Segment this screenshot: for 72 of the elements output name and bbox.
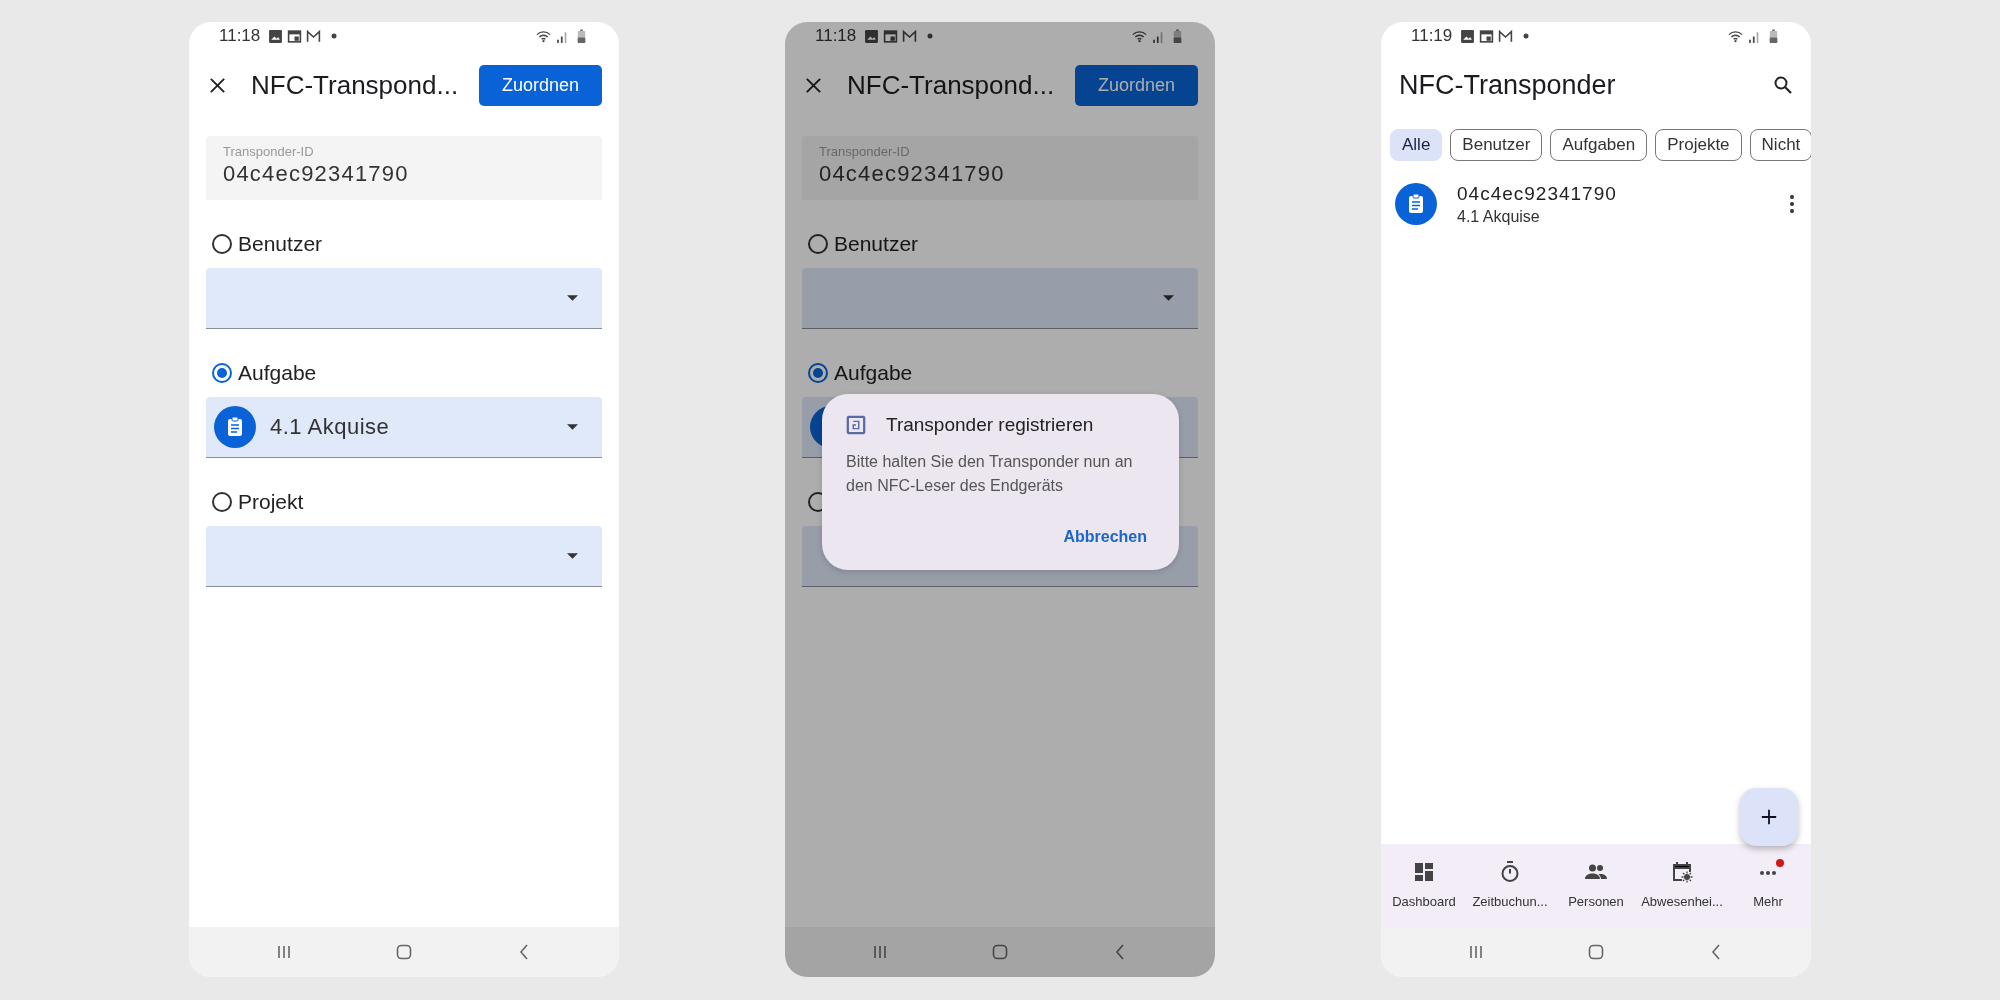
dialog-title: Transponder registrieren (886, 414, 1094, 436)
search-icon[interactable] (1773, 75, 1793, 95)
radio-button[interactable] (211, 491, 233, 513)
nav-tab[interactable]: Zeitbuchun... (1467, 844, 1553, 927)
wifi-icon (1132, 28, 1147, 44)
dashboard-icon (1412, 860, 1436, 884)
clipboard-icon (214, 406, 256, 448)
filter-chip[interactable]: Projekte (1655, 129, 1742, 161)
window-icon (287, 28, 303, 44)
transponder-id: 04c4ec92341790 (1457, 182, 1618, 205)
assignment-label: 4.1 Akquise (1457, 207, 1541, 226)
mail-icon (1498, 28, 1514, 44)
dialog-message: Bitte halten Sie den Transponder nun an den NFC-Leser des Endgeräts (846, 452, 1134, 496)
transponder-id-field[interactable]: Transponder-ID 04c4ec92341790 (802, 136, 1198, 200)
screen-title: NFC-Transpond... (251, 69, 460, 101)
image-icon (1460, 28, 1476, 44)
notification-dot-icon (1523, 33, 1530, 39)
radio-selected[interactable] (807, 362, 829, 384)
radio-label: Aufgabe (834, 361, 913, 385)
more-icon (1759, 870, 1777, 876)
window-icon (883, 28, 899, 44)
radio-label: Aufgabe (238, 361, 317, 385)
home-icon[interactable] (1586, 942, 1606, 962)
radio-label: Projekt (238, 490, 304, 514)
dropdown-field[interactable] (206, 526, 602, 587)
dropdown-field[interactable] (802, 268, 1198, 329)
close-icon[interactable] (208, 75, 227, 95)
dropdown-field[interactable] (206, 268, 602, 329)
radio-button[interactable] (807, 233, 829, 255)
plus-icon (1760, 808, 1778, 826)
window-icon (1479, 28, 1495, 44)
dropdown-arrow-icon (567, 553, 578, 559)
calendar-icon (1670, 860, 1694, 884)
more-options-icon[interactable] (1789, 194, 1795, 214)
nav-tab[interactable]: Personen (1553, 844, 1639, 927)
home-icon[interactable] (990, 942, 1010, 962)
notification-dot-icon (331, 33, 338, 39)
radio-button[interactable] (211, 233, 233, 255)
radio-label: Benutzer (238, 232, 323, 256)
radio-label: Benutzer (834, 232, 919, 256)
mail-icon (306, 28, 322, 44)
wifi-icon (1728, 28, 1743, 44)
radio-selected[interactable] (211, 362, 233, 384)
filter-chip[interactable]: Nicht (1749, 129, 1811, 161)
mail-icon (902, 28, 918, 44)
dropdown-arrow-icon (567, 295, 578, 301)
nav-tab[interactable]: Abwesenhei... (1639, 844, 1725, 927)
close-icon[interactable] (804, 75, 823, 95)
status-time: 11:19 (1411, 26, 1453, 46)
screen-title: NFC-Transpond... (847, 69, 1056, 101)
screen-title: NFC-Transponder (1399, 69, 1617, 101)
dropdown-arrow-icon (1163, 295, 1174, 301)
status-time: 11:18 (815, 26, 857, 46)
image-icon (864, 28, 880, 44)
filter-chip[interactable]: Benutzer (1450, 129, 1543, 161)
cancel-button[interactable]: Abbrechen (1055, 524, 1155, 550)
assign-button[interactable]: Zuordnen (479, 64, 602, 106)
notification-dot-icon (927, 33, 934, 39)
transponder-id-field[interactable]: Transponder-ID 04c4ec92341790 (206, 136, 602, 200)
filter-chip[interactable]: Aufgaben (1550, 129, 1648, 161)
home-icon[interactable] (394, 942, 414, 962)
dropdown-field[interactable]: 4.1 Akquise (206, 397, 602, 458)
nfc-icon (846, 415, 866, 435)
clipboard-icon (1395, 183, 1437, 225)
image-icon (268, 28, 284, 44)
assign-button[interactable]: Zuordnen (1075, 64, 1198, 106)
nav-tab[interactable]: Dashboard (1381, 844, 1467, 927)
filter-chip[interactable]: Alle (1390, 129, 1443, 161)
nav-tab[interactable]: Mehr (1725, 844, 1811, 927)
wifi-icon (536, 28, 551, 44)
dropdown-arrow-icon (567, 424, 578, 430)
status-time: 11:18 (219, 26, 261, 46)
